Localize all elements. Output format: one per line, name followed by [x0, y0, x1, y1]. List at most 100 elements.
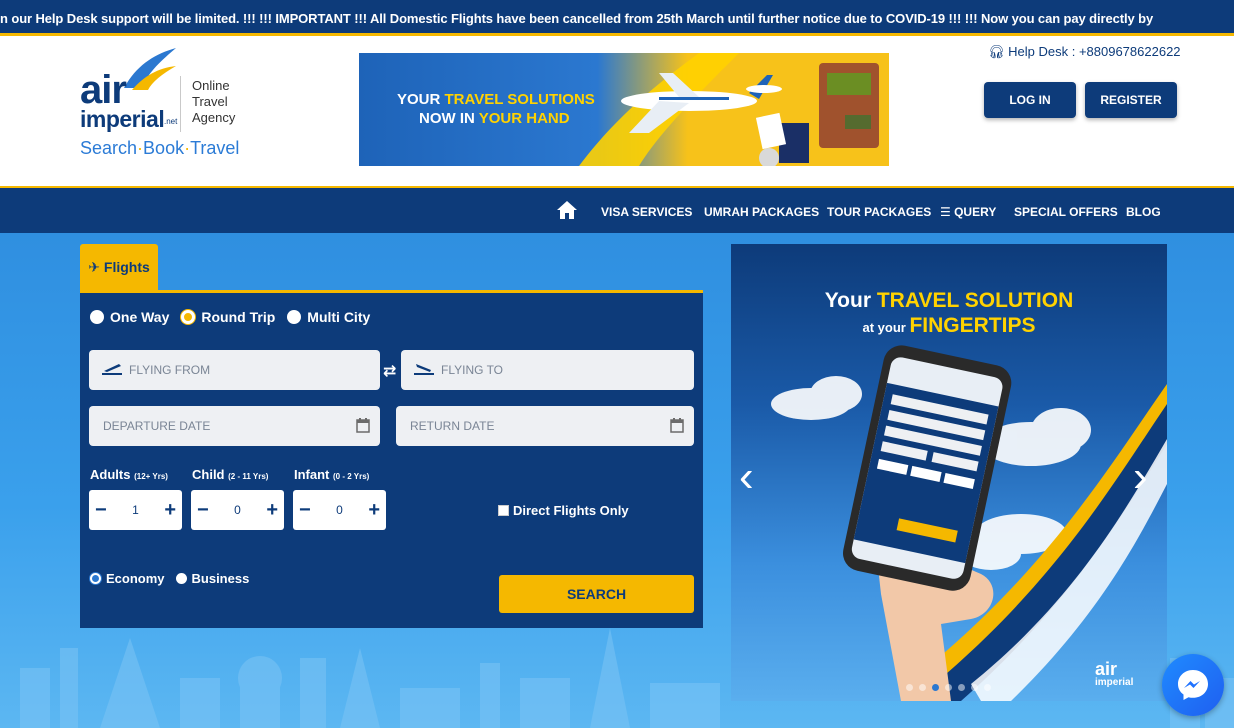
- label-economy[interactable]: Economy: [106, 571, 165, 586]
- tagline-1: Online: [192, 78, 230, 93]
- home-icon[interactable]: [556, 200, 578, 225]
- checkbox-box[interactable]: [498, 505, 509, 516]
- banner-line-1: YOUR TRAVEL SOLUTIONS: [397, 91, 595, 108]
- slider-dots: [906, 684, 991, 691]
- register-button[interactable]: REGISTER: [1085, 82, 1177, 118]
- adults-stepper: − 1 +: [89, 490, 182, 530]
- infant-stepper: − 0 +: [293, 490, 386, 530]
- tab-flights-label: Flights: [103, 259, 150, 275]
- helpdesk-text: Help Desk : +8809678622622: [1008, 44, 1181, 59]
- promo-slider: Your TRAVEL SOLUTION at your FINGERTIPS …: [731, 244, 1167, 701]
- return-date-placeholder: RETURN DATE: [410, 419, 495, 433]
- landing-icon: [413, 362, 435, 379]
- radio-round-trip[interactable]: [181, 310, 196, 324]
- trip-type-group: One Way Round Trip Multi City: [90, 309, 376, 325]
- slogan-search: Search: [80, 138, 138, 158]
- promo-logo: air imperial: [1095, 659, 1133, 688]
- site-header: air imperial .net Online Travel Agency S…: [0, 36, 1234, 186]
- logo-divider: [180, 76, 181, 132]
- child-increment-button[interactable]: +: [266, 499, 278, 522]
- slider-dot[interactable]: [906, 684, 913, 691]
- slider-next-icon[interactable]: ›: [1133, 452, 1148, 502]
- adults-decrement-button[interactable]: −: [95, 499, 107, 522]
- departure-date-placeholder: DEPARTURE DATE: [103, 419, 211, 433]
- child-stepper: − 0 +: [191, 490, 284, 530]
- tab-flights[interactable]: ✈ Flights: [80, 244, 158, 290]
- adults-value[interactable]: 1: [132, 503, 139, 517]
- logo-tagline: Online Travel Agency: [192, 78, 235, 126]
- radio-one-way[interactable]: [90, 310, 104, 324]
- site-logo[interactable]: air imperial .net Online Travel Agency S…: [80, 44, 250, 158]
- headphones-icon: 🎧︎: [988, 44, 1005, 59]
- logo-slogan: Search·Book·Travel: [80, 138, 240, 158]
- airplane-icon: ✈: [88, 258, 100, 275]
- departure-date-input[interactable]: DEPARTURE DATE: [89, 406, 380, 446]
- nav-item-special-offers[interactable]: SPECIAL OFFERS: [1014, 205, 1118, 219]
- takeoff-icon: [101, 362, 123, 379]
- radio-business[interactable]: [175, 573, 187, 584]
- slider-dot[interactable]: [958, 684, 965, 691]
- nav-item-blog[interactable]: BLOG: [1126, 205, 1161, 219]
- child-decrement-button[interactable]: −: [197, 499, 209, 522]
- calendar-icon[interactable]: [356, 417, 370, 436]
- infant-decrement-button[interactable]: −: [299, 499, 311, 522]
- helpdesk-phone[interactable]: 🎧︎ Help Desk : +8809678622622: [988, 44, 1181, 60]
- nav-item-umrah-packages[interactable]: UMRAH PACKAGES: [704, 205, 819, 219]
- list-icon: ☰: [940, 205, 955, 219]
- adults-label: Adults (12+ Yrs): [90, 467, 168, 482]
- infant-label: Infant (0 - 2 Yrs): [294, 467, 370, 482]
- header-banner[interactable]: YOUR TRAVEL SOLUTIONS NOW IN YOUR HAND: [359, 53, 889, 166]
- flying-from-placeholder: FLYING FROM: [129, 363, 211, 377]
- flying-from-input[interactable]: FLYING FROM: [89, 350, 380, 390]
- tagline-3: Agency: [192, 110, 236, 125]
- adults-increment-button[interactable]: +: [164, 499, 176, 522]
- label-business[interactable]: Business: [192, 571, 250, 586]
- hero-section: ✈ Flights One Way Round Trip Multi City …: [0, 233, 1234, 728]
- logo-swoosh-icon: [124, 48, 176, 90]
- child-value[interactable]: 0: [234, 503, 241, 517]
- ticker-text: n our Help Desk support will be limited.…: [0, 11, 1154, 26]
- return-date-input[interactable]: RETURN DATE: [396, 406, 694, 446]
- promo-headline-2: at your FINGERTIPS: [862, 314, 1036, 337]
- announcement-ticker: n our Help Desk support will be limited.…: [0, 0, 1234, 36]
- nav-item-query[interactable]: ☰ QUERY: [940, 205, 996, 219]
- label-round-trip[interactable]: Round Trip: [201, 309, 275, 325]
- direct-flights-label[interactable]: Direct Flights Only: [513, 503, 629, 518]
- tagline-2: Travel: [192, 94, 228, 109]
- login-button[interactable]: LOG IN: [984, 82, 1076, 118]
- flying-to-placeholder: FLYING TO: [441, 363, 504, 377]
- slider-dot[interactable]: [945, 684, 952, 691]
- flight-search-form: One Way Round Trip Multi City FLYING FRO…: [80, 290, 703, 628]
- promo-headline-1: Your TRAVEL SOLUTION: [824, 289, 1074, 312]
- slogan-book: Book: [143, 138, 185, 158]
- slider-dot[interactable]: [971, 684, 978, 691]
- label-multi-city[interactable]: Multi City: [307, 309, 370, 325]
- search-button[interactable]: SEARCH: [499, 575, 694, 613]
- promo-logo-air: air: [1095, 659, 1118, 679]
- main-nav: VISA SERVICES UMRAH PACKAGES TOUR PACKAG…: [0, 186, 1234, 233]
- logo-net: .net: [164, 117, 178, 126]
- slider-prev-icon[interactable]: ‹: [739, 452, 754, 502]
- messenger-icon: [1178, 670, 1208, 700]
- messenger-chat-button[interactable]: [1162, 654, 1224, 716]
- swap-arrows-icon[interactable]: ⇄: [383, 361, 396, 381]
- slider-dot[interactable]: [919, 684, 926, 691]
- slogan-travel: Travel: [190, 138, 240, 158]
- slider-dot[interactable]: [984, 684, 991, 691]
- infant-increment-button[interactable]: +: [368, 499, 380, 522]
- promo-logo-imperial: imperial: [1095, 677, 1134, 688]
- child-label: Child (2 - 11 Yrs): [192, 467, 269, 482]
- banner-line-2: NOW IN YOUR HAND: [419, 110, 570, 127]
- label-one-way[interactable]: One Way: [110, 309, 169, 325]
- nav-item-tour-packages[interactable]: TOUR PACKAGES: [827, 205, 931, 219]
- calendar-icon[interactable]: [670, 417, 684, 436]
- slider-dot-active[interactable]: [932, 684, 939, 691]
- flying-to-input[interactable]: FLYING TO: [401, 350, 694, 390]
- nav-item-visa-services[interactable]: VISA SERVICES: [601, 205, 692, 219]
- direct-flights-checkbox[interactable]: Direct Flights Only: [498, 503, 629, 518]
- infant-value[interactable]: 0: [336, 503, 343, 517]
- radio-multi-city[interactable]: [287, 310, 302, 324]
- radio-economy[interactable]: [90, 573, 101, 584]
- logo-imperial: imperial: [80, 106, 165, 132]
- cabin-class-group: Economy Business: [90, 571, 249, 586]
